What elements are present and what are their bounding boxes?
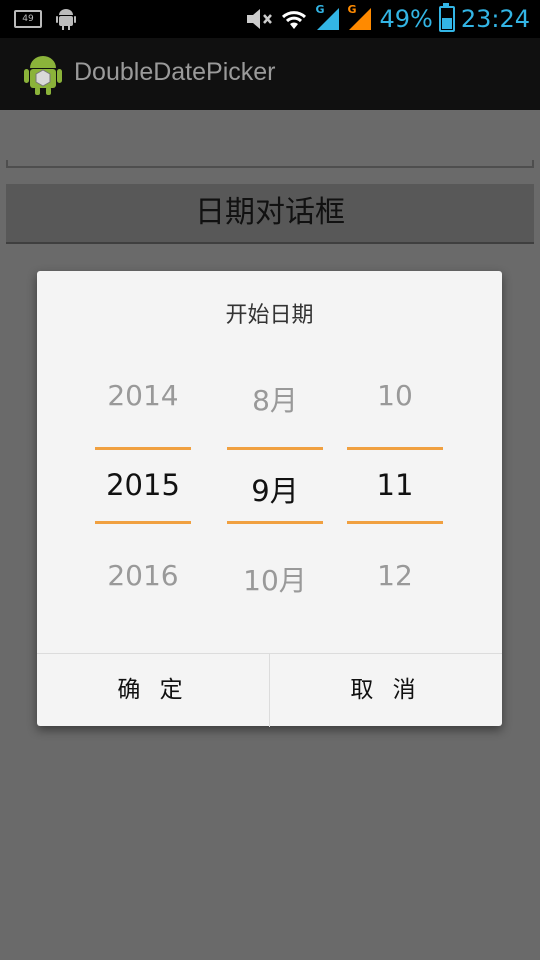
month-prev[interactable]: 8月: [227, 379, 323, 419]
year-prev[interactable]: 2014: [95, 379, 191, 412]
dialog-button-row: 确 定 取 消: [37, 653, 502, 727]
date-picker-dialog: 开始日期 2014 2015 2016 8月 9月 10月 10 11 12 确…: [37, 271, 502, 727]
day-prev[interactable]: 10: [347, 379, 443, 412]
wifi-icon: [282, 11, 307, 29]
year-picker[interactable]: 2014 2015 2016: [95, 271, 191, 651]
notification-box-icon: 49: [14, 10, 42, 28]
battery-percent: 49%: [379, 5, 433, 33]
month-picker[interactable]: 8月 9月 10月: [227, 271, 323, 651]
cancel-button[interactable]: 取 消: [269, 654, 502, 727]
month-next[interactable]: 10月: [227, 559, 323, 599]
year-current[interactable]: 2015: [95, 468, 191, 502]
status-bar: 49 G G 49% 23:24: [0, 0, 540, 38]
confirm-button[interactable]: 确 定: [37, 654, 269, 727]
day-divider-top: [347, 447, 443, 450]
year-divider-top: [95, 447, 191, 450]
day-picker[interactable]: 10 11 12: [347, 271, 443, 651]
day-current[interactable]: 11: [347, 468, 443, 502]
date-dialog-button[interactable]: 日期对话框: [6, 184, 534, 244]
month-divider-top: [227, 447, 323, 450]
signal-icon-1: G: [315, 3, 341, 32]
android-app-icon[interactable]: [22, 52, 64, 96]
day-next[interactable]: 12: [347, 559, 443, 592]
battery-icon: [438, 3, 455, 32]
clock: 23:24: [460, 5, 530, 33]
day-divider-bottom: [347, 521, 443, 524]
android-icon: [56, 9, 76, 30]
year-next[interactable]: 2016: [95, 559, 191, 592]
signal-icon-2: G: [347, 3, 373, 32]
year-divider-bottom: [95, 521, 191, 524]
month-current[interactable]: 9月: [227, 468, 323, 510]
action-bar: DoubleDatePicker: [0, 38, 540, 110]
app-title: DoubleDatePicker: [74, 58, 276, 86]
month-divider-bottom: [227, 521, 323, 524]
mute-icon: [247, 9, 273, 29]
text-field[interactable]: [6, 160, 534, 168]
